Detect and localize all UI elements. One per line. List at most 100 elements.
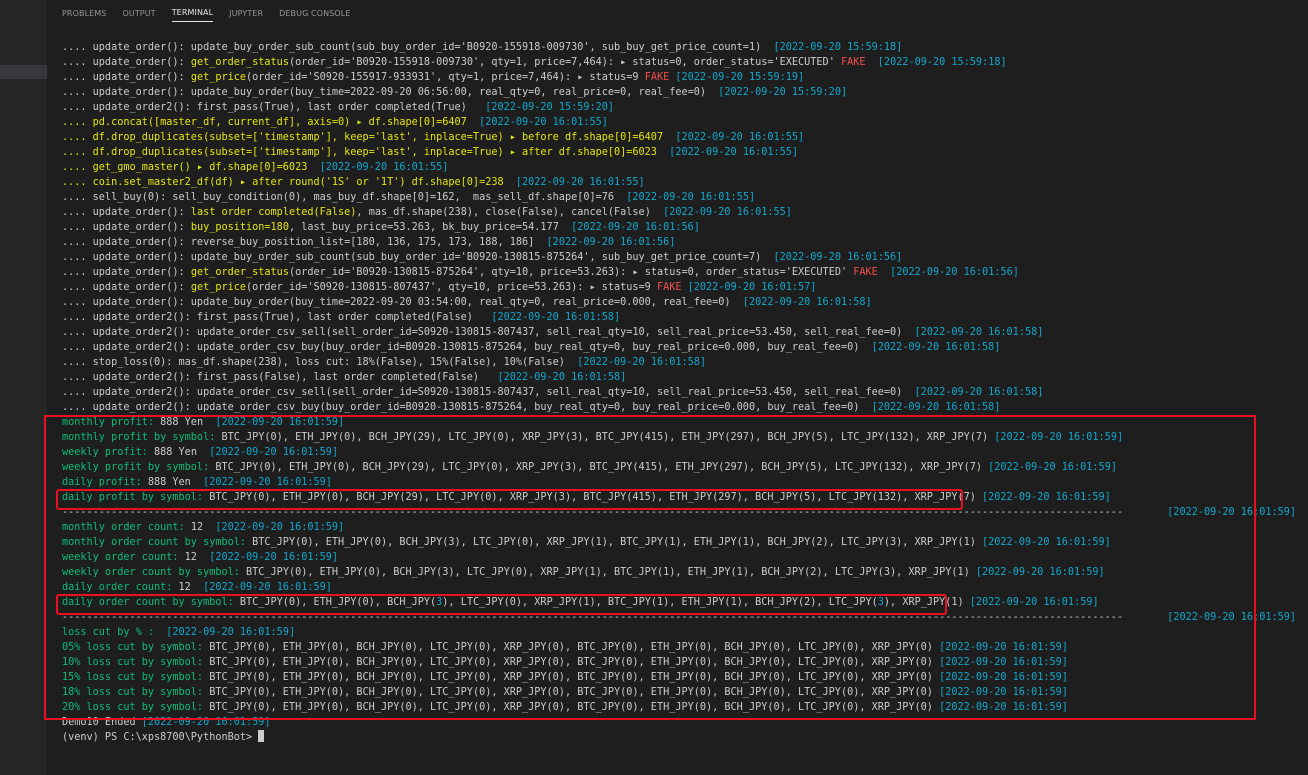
log-text: FAKE	[853, 267, 878, 278]
log-text: .... update_order(): update_buy_order_su…	[62, 42, 774, 53]
terminal-line: .... update_order2(): first_pass(True), …	[62, 310, 1308, 325]
timestamp: [2022-09-20 16:01:56]	[571, 222, 700, 233]
log-text: .... get_gmo_master() ▸ df.shape[0]=6023	[62, 162, 320, 173]
sidebar-selected-item[interactable]	[0, 65, 47, 79]
log-text: .... update_order2(): update_order_csv_b…	[62, 342, 872, 353]
terminal-line: .... update_order(): update_buy_order_su…	[62, 40, 1308, 55]
timestamp: [2022-09-20 16:01:55]	[626, 192, 756, 203]
log-text: FAKE	[656, 282, 682, 293]
terminal-line: .... get_gmo_master() ▸ df.shape[0]=6023…	[62, 160, 1308, 175]
timestamp: [2022-09-20 15:59:18]	[773, 42, 903, 53]
log-text: .... update_order():	[62, 267, 191, 278]
tab-output[interactable]: OUTPUT	[122, 3, 155, 22]
log-text: .... update_order(): update_buy_order_su…	[62, 252, 774, 263]
log-text: .... update_order():	[62, 72, 191, 83]
timestamp: [2022-09-20 16:01:55]	[515, 177, 645, 188]
log-text: FAKE	[644, 72, 670, 83]
log-text: .... update_order2(): update_order_csv_s…	[62, 387, 915, 398]
highlight-box-daily-profit	[56, 489, 963, 510]
timestamp: [2022-09-20 16:01:57]	[687, 282, 817, 293]
log-text: .... stop_loss(0): mas_df.shape(238), lo…	[62, 357, 578, 368]
timestamp: [2022-09-20 15:59:19]	[675, 72, 805, 83]
panel-tabs: PROBLEMS OUTPUT TERMINAL JUPYTER DEBUG C…	[62, 0, 350, 24]
log-text: .... coin.set_master2_df(df) ▸ after rou…	[62, 177, 516, 188]
timestamp: [2022-09-20 16:01:55]	[669, 147, 799, 158]
terminal-line: .... update_order(): get_order_status(or…	[62, 265, 1308, 280]
terminal-line: .... df.drop_duplicates(subset=['timesta…	[62, 130, 1308, 145]
log-text: last order completed(False)	[190, 207, 357, 218]
terminal-line: .... update_order2(): update_order_csv_b…	[62, 400, 1308, 415]
timestamp: [2022-09-20 16:01:56]	[546, 237, 676, 248]
terminal-line: .... update_order(): update_buy_order_su…	[62, 250, 1308, 265]
terminal-line: .... update_order2(): update_order_csv_s…	[62, 385, 1308, 400]
timestamp: [2022-09-20 16:01:58]	[914, 327, 1044, 338]
log-text: .... update_order2(): first_pass(True), …	[62, 102, 486, 113]
terminal-line: .... update_order2(): first_pass(True), …	[62, 100, 1308, 115]
log-text: .... update_order():	[62, 57, 191, 68]
tab-terminal[interactable]: TERMINAL	[171, 2, 214, 22]
timestamp: [2022-09-20 15:59:20]	[485, 102, 615, 113]
log-text: .... update_order(): reverse_buy_positio…	[62, 237, 547, 248]
terminal-line: .... update_order(): buy_position=180, l…	[62, 220, 1308, 235]
log-text: (order_id='B0920-130815-875264', qty=10,…	[288, 267, 854, 278]
highlight-box-summary	[44, 415, 1256, 720]
log-text: .... pd.concat([master_df, current_df], …	[62, 117, 480, 128]
timestamp: [2022-09-20 16:01:55]	[479, 117, 608, 128]
highlight-box-daily-order-count	[56, 594, 947, 615]
timestamp: [2022-09-20 16:01:58]	[491, 312, 621, 323]
log-text: .... update_order(): update_buy_order(bu…	[62, 297, 743, 308]
timestamp: [2022-09-20 16:01:58]	[871, 342, 1001, 353]
timestamp: [2022-09-20 16:01:56]	[890, 267, 1019, 278]
log-text: get_price	[190, 72, 247, 83]
log-text: .... update_order():	[62, 282, 191, 293]
timestamp: [2022-09-20 16:01:58]	[914, 387, 1044, 398]
timestamp: [2022-09-20 16:01:58]	[497, 372, 627, 383]
terminal-line: .... update_order(): reverse_buy_positio…	[62, 235, 1308, 250]
timestamp: [2022-09-20 16:01:58]	[742, 297, 872, 308]
timestamp: [2022-09-20 16:01:55]	[319, 162, 449, 173]
log-text: .... update_order():	[62, 207, 191, 218]
tab-jupyter[interactable]: JUPYTER	[229, 3, 263, 22]
log-text: .... update_order2(): update_order_csv_b…	[62, 402, 872, 413]
terminal-line: .... pd.concat([master_df, current_df], …	[62, 115, 1308, 130]
log-text: (order_id='B0920-155918-009730', qty=1, …	[288, 57, 841, 68]
log-text: get_order_status	[190, 267, 289, 278]
log-text: .... df.drop_duplicates(subset=['timesta…	[62, 147, 670, 158]
log-text: get_price	[190, 282, 247, 293]
terminal-line: .... df.drop_duplicates(subset=['timesta…	[62, 145, 1308, 160]
log-text: .... sell_buy(0): sell_buy_condition(0),…	[62, 192, 627, 203]
terminal-line: .... stop_loss(0): mas_df.shape(238), lo…	[62, 355, 1308, 370]
terminal-line: .... sell_buy(0): sell_buy_condition(0),…	[62, 190, 1308, 205]
terminal-cursor	[258, 730, 265, 742]
log-text: , last_buy_price=53.263, bk_buy_price=54…	[288, 222, 572, 233]
log-text: .... update_order2(): first_pass(False),…	[62, 372, 498, 383]
log-text: buy_position=180	[190, 222, 289, 233]
terminal-line: .... update_order2(): update_order_csv_s…	[62, 325, 1308, 340]
tab-problems[interactable]: PROBLEMS	[62, 3, 106, 22]
sidebar	[0, 0, 47, 775]
terminal-line: .... coin.set_master2_df(df) ▸ after rou…	[62, 175, 1308, 190]
terminal-line: .... update_order(): update_buy_order(bu…	[62, 295, 1308, 310]
timestamp: [2022-09-20 16:01:56]	[773, 252, 903, 263]
timestamp: [2022-09-20 16:01:55]	[675, 132, 805, 143]
log-text: get_order_status	[190, 57, 289, 68]
terminal-line: .... update_order(): update_buy_order(bu…	[62, 85, 1308, 100]
log-text: .... df.drop_duplicates(subset=['timesta…	[62, 132, 676, 143]
timestamp: [2022-09-20 16:01:58]	[871, 402, 1001, 413]
timestamp: [2022-09-20 16:01:58]	[577, 357, 707, 368]
terminal-line: .... update_order2(): first_pass(False),…	[62, 370, 1308, 385]
log-text: (order_id='S0920-130815-807437', qty=10,…	[246, 282, 657, 293]
shell-prompt: (venv) PS C:\xps8700\PythonBot>	[62, 732, 259, 743]
timestamp: [2022-09-20 15:59:20]	[718, 87, 848, 98]
tab-debug-console[interactable]: DEBUG CONSOLE	[279, 3, 350, 22]
log-text: .... update_order(): update_buy_order(bu…	[62, 87, 719, 98]
log-text: .... update_order():	[62, 222, 191, 233]
log-text: (order_id='S0920-155917-933931', qty=1, …	[246, 72, 645, 83]
terminal-line: .... update_order(): get_order_status(or…	[62, 55, 1308, 70]
terminal-line: (venv) PS C:\xps8700\PythonBot>	[62, 730, 1308, 745]
terminal-line: .... update_order(): get_price(order_id=…	[62, 70, 1308, 85]
log-text: .... update_order2(): first_pass(True), …	[62, 312, 492, 323]
log-text: , mas_df.shape(238), close(False), cance…	[356, 207, 664, 218]
